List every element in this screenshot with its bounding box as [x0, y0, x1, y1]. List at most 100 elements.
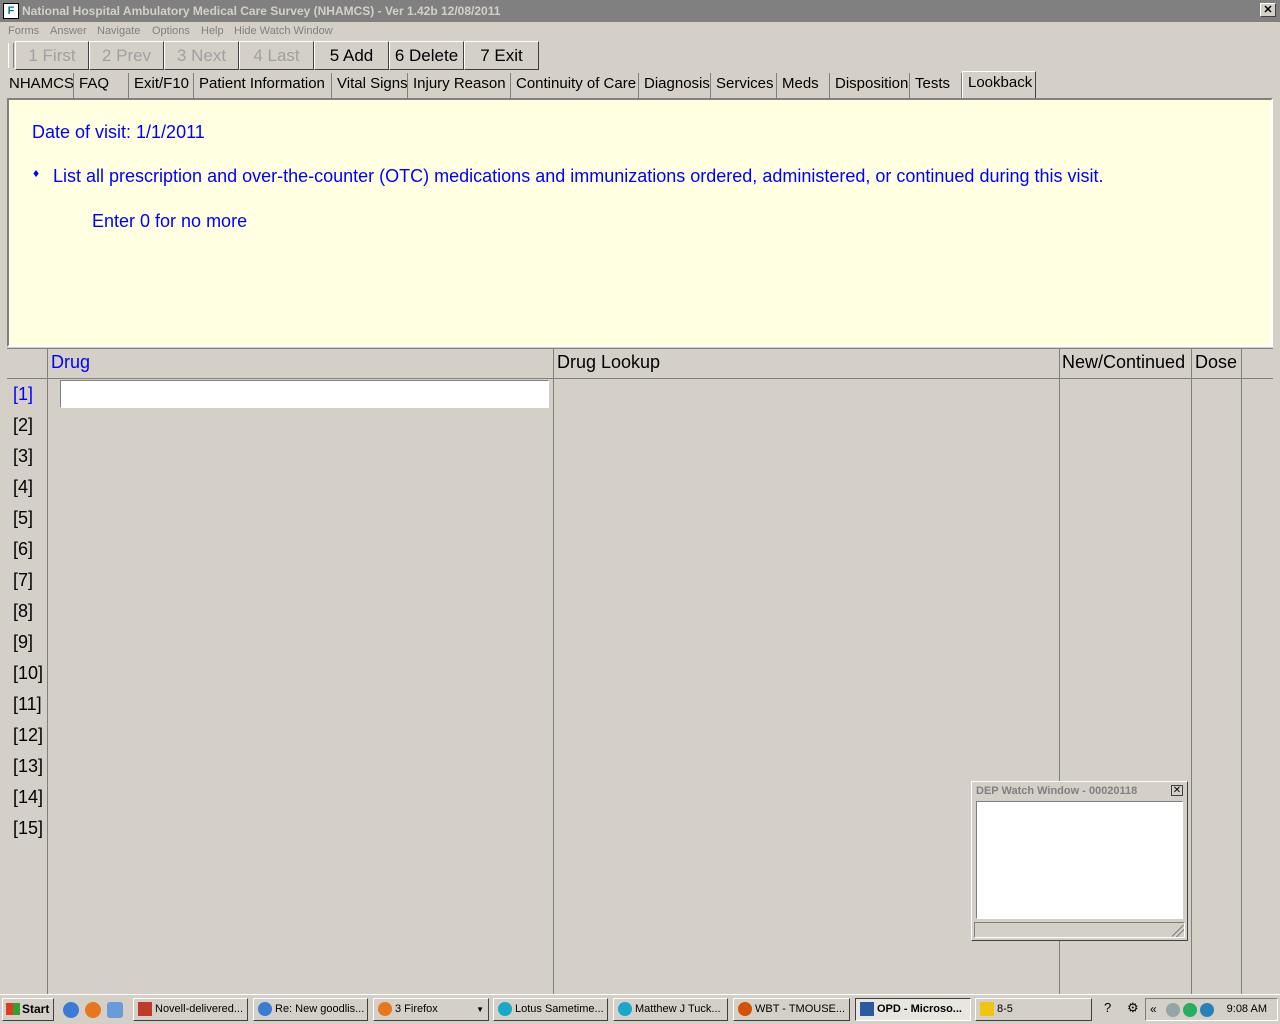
- row-label: [5]: [13, 508, 34, 528]
- tab-faq[interactable]: FAQ: [74, 73, 129, 98]
- prev-button[interactable]: 2 Prev: [89, 41, 164, 70]
- taskbar-item[interactable]: 3 Firefox ▼: [373, 998, 489, 1021]
- add-button[interactable]: 5 Add: [314, 41, 389, 70]
- taskbar-item[interactable]: Novell-delivered...: [133, 998, 248, 1021]
- window-title: National Hospital Ambulatory Medical Car…: [22, 4, 501, 18]
- app-icon: F: [3, 3, 19, 19]
- taskbar-item-label: WBT - TMOUSE...: [755, 1003, 846, 1015]
- tab-tests[interactable]: Tests: [910, 73, 962, 98]
- taskbar-item[interactable]: WBT - TMOUSE...: [733, 998, 850, 1021]
- watch-window-status: [974, 922, 1185, 938]
- first-button[interactable]: 1 First: [15, 41, 89, 70]
- window-close-button[interactable]: ✕: [1260, 3, 1276, 17]
- start-button[interactable]: Start: [2, 998, 54, 1021]
- clock[interactable]: 9:08 AM: [1227, 1003, 1267, 1015]
- row-label: [15]: [13, 818, 44, 838]
- row-label: [2]: [13, 415, 34, 435]
- grid-divider: [47, 349, 48, 995]
- taskbar-item-label: 8-5: [997, 1003, 1013, 1015]
- firefox-icon[interactable]: [85, 1002, 101, 1018]
- ie-icon[interactable]: [63, 1002, 79, 1018]
- grid-divider: [1241, 349, 1242, 995]
- folder-icon: [980, 1002, 994, 1016]
- tab-continuity-of-care[interactable]: Continuity of Care: [511, 73, 639, 98]
- tab-injury-reason[interactable]: Injury Reason: [408, 73, 511, 98]
- outlook-icon[interactable]: [107, 1002, 123, 1018]
- column-header-drug-lookup: Drug Lookup: [557, 352, 661, 372]
- row-label: [8]: [13, 601, 34, 621]
- column-header-dose: Dose: [1195, 352, 1238, 372]
- settings-icon[interactable]: ⚙: [1127, 1000, 1139, 1016]
- visit-date: Date of visit: 1/1/2011: [32, 122, 205, 142]
- row-label: [7]: [13, 570, 34, 590]
- system-tray: « 9:08 AM: [1145, 998, 1278, 1021]
- enter-hint: Enter 0 for no more: [92, 211, 248, 231]
- tab-nhamcs[interactable]: NHAMCS: [4, 73, 74, 98]
- tab-services[interactable]: Services: [711, 73, 777, 98]
- novell-icon: [138, 1002, 152, 1016]
- tab-strip: NHAMCS FAQ Exit/F10 Patient Information …: [4, 71, 1280, 98]
- column-header-new-continued: New/Continued: [1062, 352, 1186, 372]
- help-icon[interactable]: ?: [1104, 1000, 1111, 1015]
- tab-patient-information[interactable]: Patient Information: [194, 73, 332, 98]
- taskbar-item-label: OPD - Microso...: [877, 1003, 962, 1015]
- menu-help[interactable]: Help: [201, 25, 224, 37]
- question-instruction: List all prescription and over-the-count…: [53, 166, 1104, 186]
- taskbar-item-label: Lotus Sametime...: [515, 1003, 604, 1015]
- menu-bar: Forms Answer Navigate Options Help Hide …: [0, 22, 1280, 40]
- network-icon[interactable]: [1166, 1003, 1180, 1017]
- row-label: [6]: [13, 539, 34, 559]
- menu-forms[interactable]: Forms: [8, 25, 39, 37]
- menu-hide-watch-window[interactable]: Hide Watch Window: [234, 25, 333, 37]
- taskbar-item-label: 3 Firefox: [395, 1003, 438, 1015]
- column-header-drug: Drug: [51, 352, 91, 372]
- row-label: [14]: [13, 787, 44, 807]
- title-bar: F National Hospital Ambulatory Medical C…: [0, 0, 1280, 22]
- grid-divider: [553, 349, 554, 995]
- exit-button[interactable]: 7 Exit: [464, 41, 539, 70]
- row-label: [9]: [13, 632, 34, 652]
- taskbar-item-label: Matthew J Tuck...: [635, 1003, 721, 1015]
- row-label: [1]: [13, 384, 34, 404]
- tray-expand-icon[interactable]: «: [1150, 1002, 1157, 1016]
- menu-answer[interactable]: Answer: [50, 25, 87, 37]
- watch-window-body: [976, 801, 1183, 919]
- taskbar-item[interactable]: Lotus Sametime...: [493, 998, 608, 1021]
- tab-lookback[interactable]: Lookback: [962, 71, 1036, 98]
- watch-window-close-button[interactable]: ✕: [1171, 785, 1183, 796]
- sound-icon[interactable]: [1200, 1003, 1214, 1017]
- grid-divider: [1191, 349, 1192, 995]
- start-label: Start: [22, 1002, 50, 1016]
- next-button[interactable]: 3 Next: [164, 41, 239, 70]
- watch-window-title[interactable]: DEP Watch Window - 00020118: [974, 784, 1185, 799]
- row-label: [12]: [13, 725, 44, 745]
- tab-exit-f10[interactable]: Exit/F10: [129, 73, 194, 98]
- chat-icon: [618, 1002, 632, 1016]
- chat-icon: [498, 1002, 512, 1016]
- drug-input[interactable]: [60, 380, 549, 408]
- security-icon[interactable]: [1183, 1003, 1197, 1017]
- taskbar-item[interactable]: 8-5: [975, 998, 1092, 1021]
- row-label: [11]: [13, 694, 42, 714]
- menu-navigate[interactable]: Navigate: [97, 25, 140, 37]
- tab-diagnosis[interactable]: Diagnosis: [639, 73, 711, 98]
- last-button[interactable]: 4 Last: [239, 41, 314, 70]
- menu-options[interactable]: Options: [152, 25, 190, 37]
- wbt-icon: [738, 1002, 752, 1016]
- chevron-down-icon: ▼: [476, 1005, 484, 1014]
- question-panel: Date of visit: 1/1/2011 ♦ List all presc…: [7, 98, 1273, 347]
- taskbar-item[interactable]: Matthew J Tuck...: [613, 998, 728, 1021]
- tab-disposition[interactable]: Disposition: [830, 73, 910, 98]
- tab-vital-signs[interactable]: Vital Signs: [332, 73, 408, 98]
- toolbar-grip: [8, 43, 14, 68]
- tab-meds[interactable]: Meds: [777, 73, 830, 98]
- delete-button[interactable]: 6 Delete: [389, 41, 464, 70]
- row-label: [3]: [13, 446, 34, 466]
- windows-logo-icon: [6, 1003, 20, 1015]
- taskbar-item-active[interactable]: OPD - Microso...: [855, 998, 971, 1021]
- row-label: [13]: [13, 756, 44, 776]
- firefox-icon: [378, 1002, 392, 1016]
- word-icon: [860, 1002, 874, 1016]
- taskbar-item[interactable]: Re: New goodlis...: [253, 998, 368, 1021]
- resize-grip-icon[interactable]: [1172, 925, 1184, 937]
